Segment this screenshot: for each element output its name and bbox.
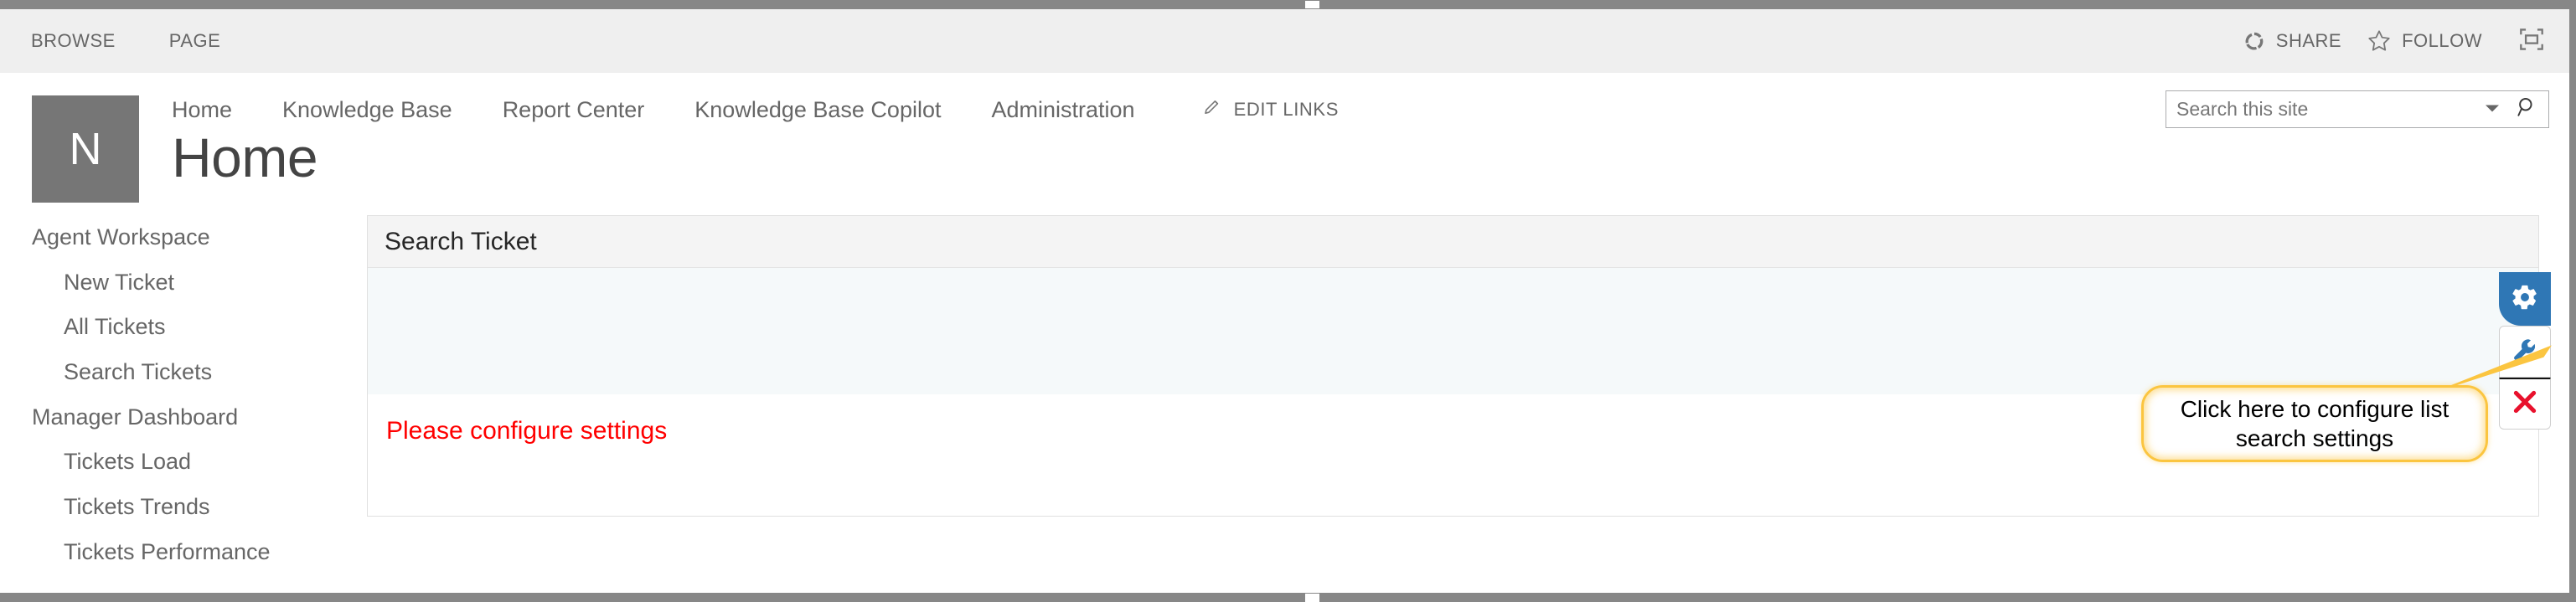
sidebar-item-tickets-load[interactable]: Tickets Load bbox=[0, 440, 367, 485]
ribbon-tab-list: BROWSE PAGE bbox=[31, 30, 220, 52]
window-top-grip-notch[interactable] bbox=[1305, 1, 1319, 8]
share-icon bbox=[2243, 29, 2266, 53]
callout-text: Click here to configure list search sett… bbox=[2180, 396, 2450, 451]
window-right-edge bbox=[2569, 0, 2576, 602]
edit-webpart-button[interactable] bbox=[2499, 326, 2551, 378]
window-bottom-grip-bar[interactable] bbox=[0, 593, 2576, 602]
webpart-title: Search Ticket bbox=[385, 227, 537, 255]
sidebar-item-search-tickets[interactable]: Search Tickets bbox=[0, 350, 367, 395]
configure-settings-callout: Click here to configure list search sett… bbox=[2141, 345, 2552, 462]
focus-on-content-icon bbox=[2519, 28, 2544, 55]
ribbon-tab-browse[interactable]: BROWSE bbox=[31, 30, 116, 52]
page-title: Home bbox=[172, 126, 318, 188]
chevron-down-icon bbox=[2485, 102, 2500, 117]
sidebar-heading-manager-dashboard[interactable]: Manager Dashboard bbox=[0, 395, 367, 440]
search-submit-button[interactable] bbox=[2506, 91, 2548, 127]
suite-actions: SHARE FOLLOW bbox=[2243, 22, 2551, 60]
follow-button[interactable]: FOLLOW bbox=[2367, 28, 2482, 54]
search-ticket-webpart: Search Ticket Please configure settings bbox=[367, 215, 2539, 517]
edit-links-label: EDIT LINKS bbox=[1233, 99, 1339, 120]
window-bottom-grip-notch[interactable] bbox=[1305, 594, 1319, 602]
webpart-action-stack bbox=[2499, 272, 2551, 430]
ribbon-tab-page[interactable]: PAGE bbox=[169, 30, 221, 52]
configure-settings-button[interactable] bbox=[2499, 272, 2551, 326]
sidebar-item-tickets-trends[interactable]: Tickets Trends bbox=[0, 485, 367, 530]
search-criteria-panel bbox=[368, 268, 2538, 395]
search-scope-dropdown[interactable] bbox=[2478, 91, 2506, 127]
nav-link-report-center[interactable]: Report Center bbox=[503, 98, 645, 121]
nav-link-knowledge-base[interactable]: Knowledge Base bbox=[282, 98, 452, 121]
suite-bar: BROWSE PAGE SHARE FOLLOW bbox=[0, 9, 2569, 73]
quick-launch-sidebar: Agent Workspace New Ticket All Tickets S… bbox=[0, 215, 367, 593]
follow-label: FOLLOW bbox=[2402, 30, 2482, 51]
close-webpart-button[interactable] bbox=[2499, 378, 2551, 430]
site-search-box[interactable] bbox=[2166, 90, 2549, 128]
search-icon bbox=[2517, 96, 2538, 122]
site-logo[interactable]: N bbox=[32, 95, 139, 203]
callout-bubble[interactable]: Click here to configure list search sett… bbox=[2141, 385, 2488, 462]
share-label: SHARE bbox=[2275, 30, 2342, 51]
webpart-header: Search Ticket bbox=[368, 216, 2538, 268]
window-top-grip-bar[interactable] bbox=[0, 0, 2576, 9]
sidebar-item-all-tickets[interactable]: All Tickets bbox=[0, 305, 367, 350]
close-x-icon bbox=[2511, 388, 2539, 420]
search-input[interactable] bbox=[2166, 98, 2478, 121]
sidebar-item-tickets-performance[interactable]: Tickets Performance bbox=[0, 530, 367, 575]
wrench-icon bbox=[2511, 337, 2538, 368]
pencil-icon bbox=[1202, 97, 1222, 122]
nav-link-administration[interactable]: Administration bbox=[991, 98, 1134, 121]
edit-links-button[interactable]: EDIT LINKS bbox=[1202, 97, 1339, 122]
sidebar-item-new-ticket[interactable]: New Ticket bbox=[0, 260, 367, 306]
star-icon bbox=[2367, 28, 2392, 54]
gear-icon bbox=[2511, 283, 2539, 316]
nav-link-home[interactable]: Home bbox=[172, 98, 232, 121]
browser-window: BROWSE PAGE SHARE FOLLOW N Home Knowledg… bbox=[0, 0, 2576, 602]
focus-on-content-button[interactable] bbox=[2512, 22, 2551, 60]
top-navigation: Home Knowledge Base Report Center Knowle… bbox=[172, 88, 1339, 131]
nav-link-knowledge-base-copilot[interactable]: Knowledge Base Copilot bbox=[694, 98, 941, 121]
sidebar-heading-agent-workspace[interactable]: Agent Workspace bbox=[0, 215, 367, 260]
share-button[interactable]: SHARE bbox=[2243, 29, 2341, 53]
configure-settings-message: Please configure settings bbox=[386, 417, 668, 445]
